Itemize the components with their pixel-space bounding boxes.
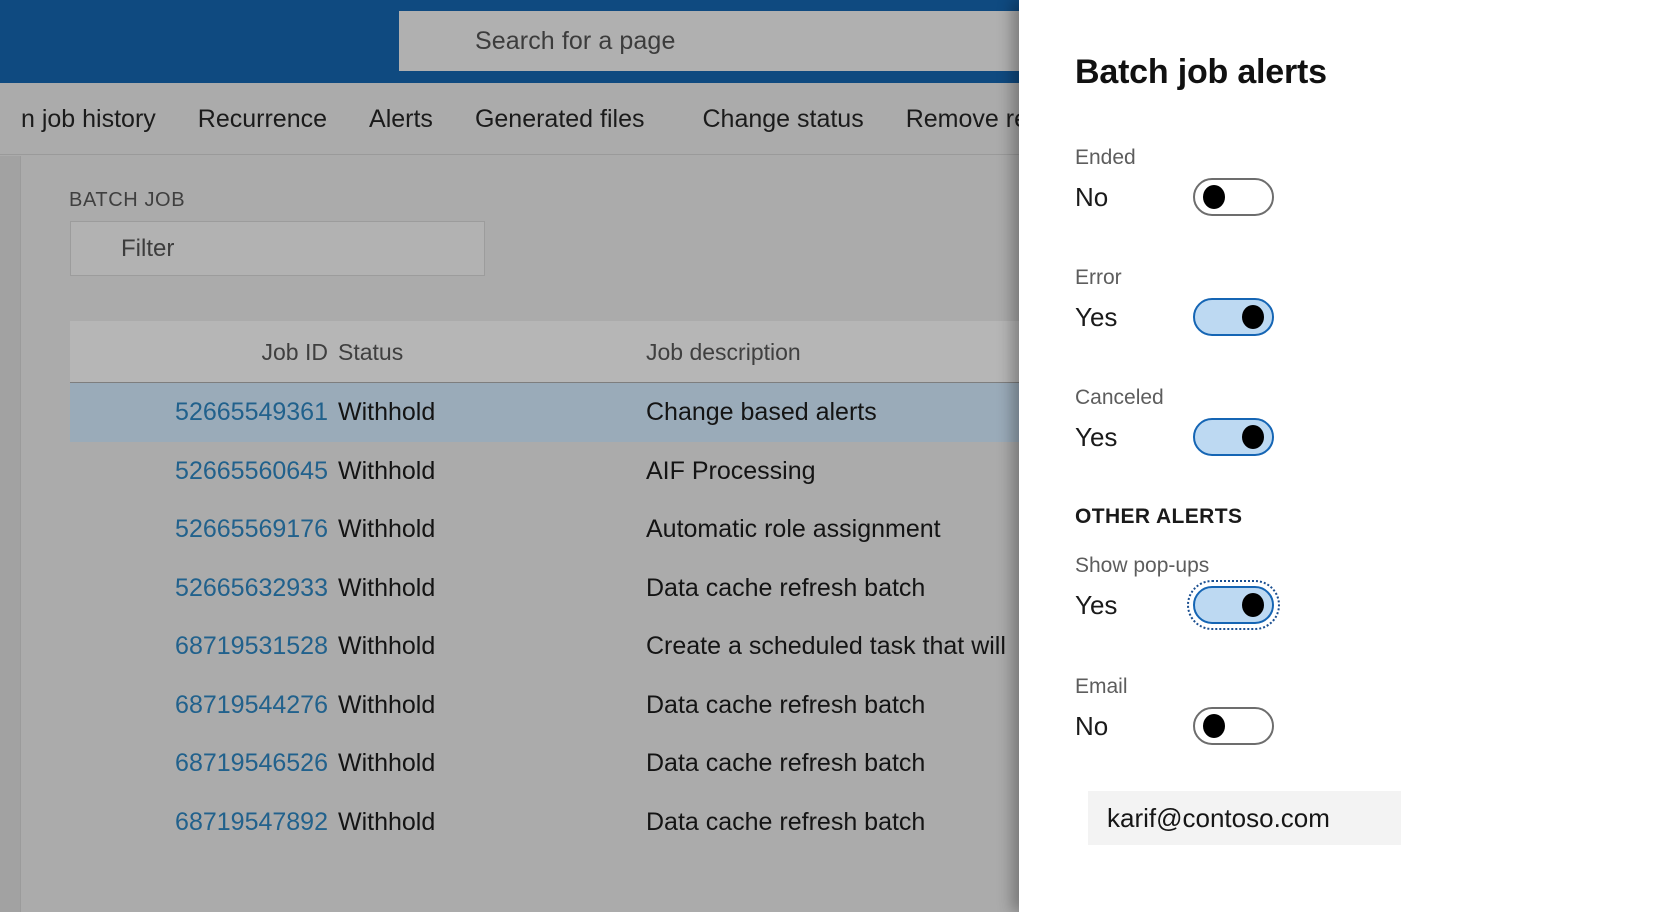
cell-job-id[interactable]: 52665549361 [70, 383, 328, 442]
cell-status: Withhold [338, 500, 628, 559]
field-value-error: Yes [1075, 296, 1193, 338]
application-window: Search for a page n job historyRecurrenc… [0, 0, 1663, 912]
toggle-knob-icon [1242, 593, 1264, 617]
cell-status: Withhold [338, 617, 628, 676]
table-row[interactable]: 52665569176WithholdAutomatic role assign… [70, 500, 1020, 559]
section-label: BATCH JOB [69, 189, 185, 212]
cell-status: Withhold [338, 793, 628, 852]
cell-job-id[interactable]: 68719547892 [70, 793, 328, 852]
cell-status: Withhold [338, 559, 628, 618]
content-area: BATCH JOB Filter Job ID Status Job descr… [0, 156, 1020, 912]
field-row-show-pop-ups: Yes [1075, 584, 1635, 626]
cell-status: Withhold [338, 383, 628, 442]
other-alerts-header: OTHER ALERTS [1075, 505, 1242, 529]
table-row[interactable]: 52665560645WithholdAIF Processing [70, 442, 1020, 501]
filter-placeholder: Filter [121, 235, 174, 263]
cell-status: Withhold [338, 442, 628, 501]
cell-job-id[interactable]: 68719531528 [70, 617, 328, 676]
field-value-email: No [1075, 705, 1193, 747]
action-pane-tab-recurrence[interactable]: Recurrence [177, 83, 348, 155]
column-header-job-id[interactable]: Job ID [70, 321, 328, 383]
cell-job-id[interactable]: 68719544276 [70, 676, 328, 735]
table-row[interactable]: 68719547892WithholdData cache refresh ba… [70, 793, 1020, 852]
field-label-ended: Ended [1075, 146, 1635, 170]
toggle-knob-icon [1242, 425, 1264, 449]
table-row[interactable]: 52665632933WithholdData cache refresh ba… [70, 559, 1020, 618]
field-show-pop-ups: Show pop-ups Yes [1075, 554, 1635, 626]
search-input[interactable]: Search for a page [399, 11, 1020, 71]
table-row[interactable]: 68719531528WithholdCreate a scheduled ta… [70, 617, 1020, 676]
table-row[interactable]: 52665549361WithholdChange based alerts [70, 383, 1020, 442]
field-ended: Ended No [1075, 146, 1635, 218]
field-row-error: Yes [1075, 296, 1635, 338]
action-pane-tabs: n job historyRecurrenceAlertsGenerated f… [0, 83, 1020, 155]
table-row[interactable]: 68719546526WithholdData cache refresh ba… [70, 734, 1020, 793]
field-value-canceled: Yes [1075, 416, 1193, 458]
field-email: Email No [1075, 675, 1635, 747]
email-address-input[interactable]: karif@contoso.com [1088, 791, 1401, 845]
field-label-canceled: Canceled [1075, 386, 1635, 410]
cell-status: Withhold [338, 676, 628, 735]
cell-job-id[interactable]: 52665560645 [70, 442, 328, 501]
grid-header-row: Job ID Status Job description [70, 321, 1020, 383]
action-pane-tab-n-job-history[interactable]: n job history [0, 83, 177, 155]
left-rail [0, 156, 21, 912]
field-row-email: No [1075, 705, 1635, 747]
cell-job-id[interactable]: 68719546526 [70, 734, 328, 793]
field-label-show-pop-ups: Show pop-ups [1075, 554, 1635, 578]
action-pane-tab-change-status[interactable]: Change status [681, 83, 884, 155]
field-label-error: Error [1075, 266, 1635, 290]
column-header-status[interactable]: Status [338, 321, 628, 383]
field-value-ended: No [1075, 176, 1193, 218]
field-label-email: Email [1075, 675, 1635, 699]
action-pane-tab-generated-files[interactable]: Generated files [454, 83, 666, 155]
cell-job-id[interactable]: 52665569176 [70, 500, 328, 559]
email-address-value: karif@contoso.com [1107, 803, 1330, 834]
toggle-knob-icon [1242, 305, 1264, 329]
grid-body: 52665549361WithholdChange based alerts52… [70, 383, 1020, 851]
toggle-email[interactable] [1193, 707, 1274, 745]
field-row-ended: No [1075, 176, 1635, 218]
toggle-knob-icon [1203, 714, 1225, 738]
field-row-canceled: Yes [1075, 416, 1635, 458]
toggle-show-pop-ups[interactable] [1193, 586, 1274, 624]
table-row[interactable]: 68719544276WithholdData cache refresh ba… [70, 676, 1020, 735]
search-placeholder: Search for a page [475, 27, 675, 56]
action-pane-tab-alerts[interactable]: Alerts [348, 83, 454, 155]
cell-status: Withhold [338, 734, 628, 793]
cell-job-id[interactable]: 52665632933 [70, 559, 328, 618]
toggle-knob-icon [1203, 185, 1225, 209]
toggle-error[interactable] [1193, 298, 1274, 336]
field-value-show-pop-ups: Yes [1075, 584, 1193, 626]
toggle-canceled[interactable] [1193, 418, 1274, 456]
toggle-ended[interactable] [1193, 178, 1274, 216]
batch-job-alerts-panel: Batch job alerts EndedNoErrorYesCanceled… [1019, 0, 1663, 912]
field-error: Error Yes [1075, 266, 1635, 338]
batch-job-grid: Job ID Status Job description 5266554936… [70, 321, 1020, 912]
field-canceled: Canceled Yes [1075, 386, 1635, 458]
top-navigation-bar: Search for a page [0, 0, 1020, 83]
panel-title: Batch job alerts [1075, 53, 1327, 92]
filter-input[interactable]: Filter [70, 221, 485, 276]
